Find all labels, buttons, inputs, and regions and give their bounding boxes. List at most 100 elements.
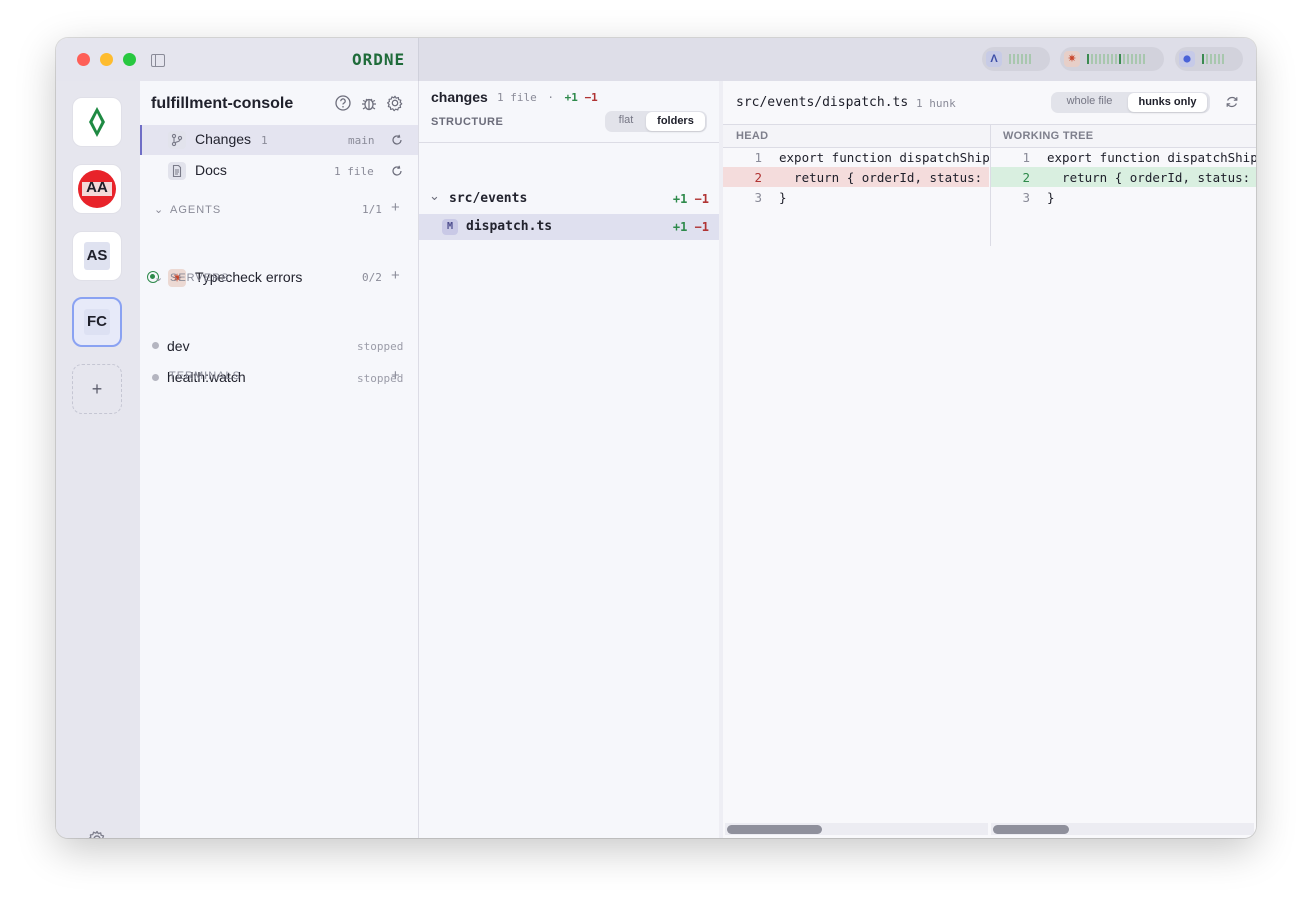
dot-icon (1179, 51, 1195, 67)
sidebar-item-changes[interactable]: Changes 1 main (140, 125, 418, 155)
line-code: return { orderId, status: (1047, 170, 1256, 185)
terminals-section-header[interactable]: TERMINALS (169, 370, 241, 382)
reload-diff-icon[interactable] (1225, 95, 1239, 109)
add-server-button[interactable]: + (391, 267, 400, 284)
folder-stats: +1 −1 (673, 192, 709, 206)
terminals-section-title: TERMINALS (169, 370, 241, 382)
lambda-icon: Λ (986, 51, 1002, 67)
starburst-icon: ✷ (1064, 51, 1080, 67)
line-number: 1 (754, 150, 762, 165)
workspace-ordne[interactable] (72, 97, 122, 147)
green-diamond-icon (89, 107, 105, 137)
activity-pill[interactable]: Λ (982, 47, 1050, 71)
workspace-aa[interactable]: AA (72, 164, 122, 214)
changes-summary: 1 file · +1 −1 (497, 91, 598, 104)
refresh-icon[interactable] (391, 134, 403, 146)
agents-section-header[interactable]: ⌄ AGENTS (154, 203, 221, 216)
title-bar-left: ORDNE (56, 38, 418, 82)
servers-count: 0/2 (362, 271, 382, 284)
workspace-as[interactable]: AS (72, 231, 122, 281)
file-added: +1 (672, 220, 688, 234)
activity-bars (1202, 54, 1226, 64)
project-sidebar: fulfillment-console Changes 1 main Docs … (140, 81, 419, 838)
line-code: } (1047, 190, 1055, 205)
line-code: export function dispatchShipment (779, 150, 989, 165)
workspace-fc[interactable]: FC (72, 297, 122, 347)
structure-label: STRUCTURE (431, 116, 504, 128)
file-row[interactable]: M dispatch.ts +1 −1 (419, 214, 719, 240)
line-code: return { orderId, status: (779, 170, 989, 185)
activity-pill[interactable] (1175, 47, 1243, 71)
workspace-aa-label: AA (86, 179, 108, 196)
zoom-window-button[interactable] (123, 53, 136, 66)
server-label: dev (167, 338, 190, 354)
file-stats: +1 −1 (673, 220, 709, 234)
line-code: } (779, 190, 787, 205)
whole-file-option[interactable]: whole file (1054, 92, 1125, 111)
sidebar-toggle-icon[interactable] (151, 54, 165, 67)
server-status-dot (152, 342, 159, 349)
refresh-icon[interactable] (391, 165, 403, 177)
branch-name: main (348, 134, 375, 147)
servers-section-header[interactable]: ⌄ SERVERS (154, 271, 229, 284)
file-removed: −1 (694, 220, 709, 234)
close-window-button[interactable] (77, 53, 90, 66)
agents-section-title: AGENTS (170, 204, 222, 216)
branch-icon (168, 131, 186, 149)
folder-row[interactable]: ⌄ src/events +1 −1 (419, 186, 719, 212)
changes-count: 1 (261, 134, 268, 147)
line-number: 1 (1022, 150, 1030, 165)
project-settings-icon[interactable] (386, 94, 404, 112)
chevron-down-icon: ⌄ (429, 188, 440, 203)
diff-line-added: 2 return { orderId, status: (991, 167, 1256, 187)
hunks-only-option[interactable]: hunks only (1128, 93, 1207, 112)
working-tree-column-header: WORKING TREE (1003, 130, 1094, 142)
diff-line-removed: 2 return { orderId, status: (723, 167, 989, 187)
view-folders-option[interactable]: folders (646, 112, 705, 131)
workspace-rail: AA AS FC + (56, 81, 141, 838)
document-icon (168, 162, 186, 180)
diff-line: 3 } (723, 187, 989, 207)
add-workspace-button[interactable]: + (72, 364, 122, 414)
changes-removed: −1 (584, 91, 598, 104)
add-terminal-button[interactable]: + (391, 367, 400, 384)
line-number: 2 (754, 170, 762, 185)
divider (419, 142, 719, 143)
settings-gear-icon[interactable] (87, 829, 107, 838)
left-scrollbar-thumb[interactable] (727, 825, 822, 834)
changes-file-count: 1 file (497, 91, 537, 104)
sidebar-item-label: Docs (195, 162, 227, 178)
servers-section-title: SERVERS (170, 272, 230, 284)
line-number: 3 (1022, 190, 1030, 205)
app-window: ORDNE Λ ✷ AA AS FC + fulfillment-console… (56, 38, 1256, 838)
server-status-dot (152, 374, 159, 381)
sidebar-item-docs[interactable]: Docs 1 file (140, 156, 418, 186)
workspace-fc-label: FC (87, 313, 107, 330)
app-logo: ORDNE (352, 50, 406, 69)
minimize-window-button[interactable] (100, 53, 113, 66)
chevron-down-icon: ⌄ (154, 272, 165, 284)
workspace-as-label: AS (86, 247, 108, 264)
right-scrollbar-thumb[interactable] (993, 825, 1069, 834)
line-number: 3 (754, 190, 762, 205)
separator-dot: · (547, 91, 554, 104)
activity-bars (1087, 54, 1147, 64)
line-number: 2 (1022, 170, 1030, 185)
structure-toggle: flat folders (605, 111, 707, 132)
activity-pill[interactable]: ✷ (1060, 47, 1164, 71)
agents-count: 1/1 (362, 203, 382, 216)
add-agent-button[interactable]: + (391, 199, 400, 216)
chevron-down-icon: ⌄ (154, 204, 165, 216)
view-flat-option[interactable]: flat (608, 111, 644, 130)
bug-icon[interactable] (360, 94, 378, 112)
folder-removed: −1 (694, 192, 709, 206)
file-name: dispatch.ts (466, 219, 553, 234)
title-bar-right: Λ ✷ (419, 38, 1256, 82)
head-column-header: HEAD (736, 130, 769, 142)
server-status: stopped (357, 340, 404, 353)
project-title: fulfillment-console (151, 95, 294, 112)
changes-added: +1 (564, 91, 578, 104)
diff-line: 1 export function dispatchShipment (723, 147, 989, 167)
help-icon[interactable] (334, 94, 352, 112)
docs-file-count: 1 file (334, 165, 374, 178)
